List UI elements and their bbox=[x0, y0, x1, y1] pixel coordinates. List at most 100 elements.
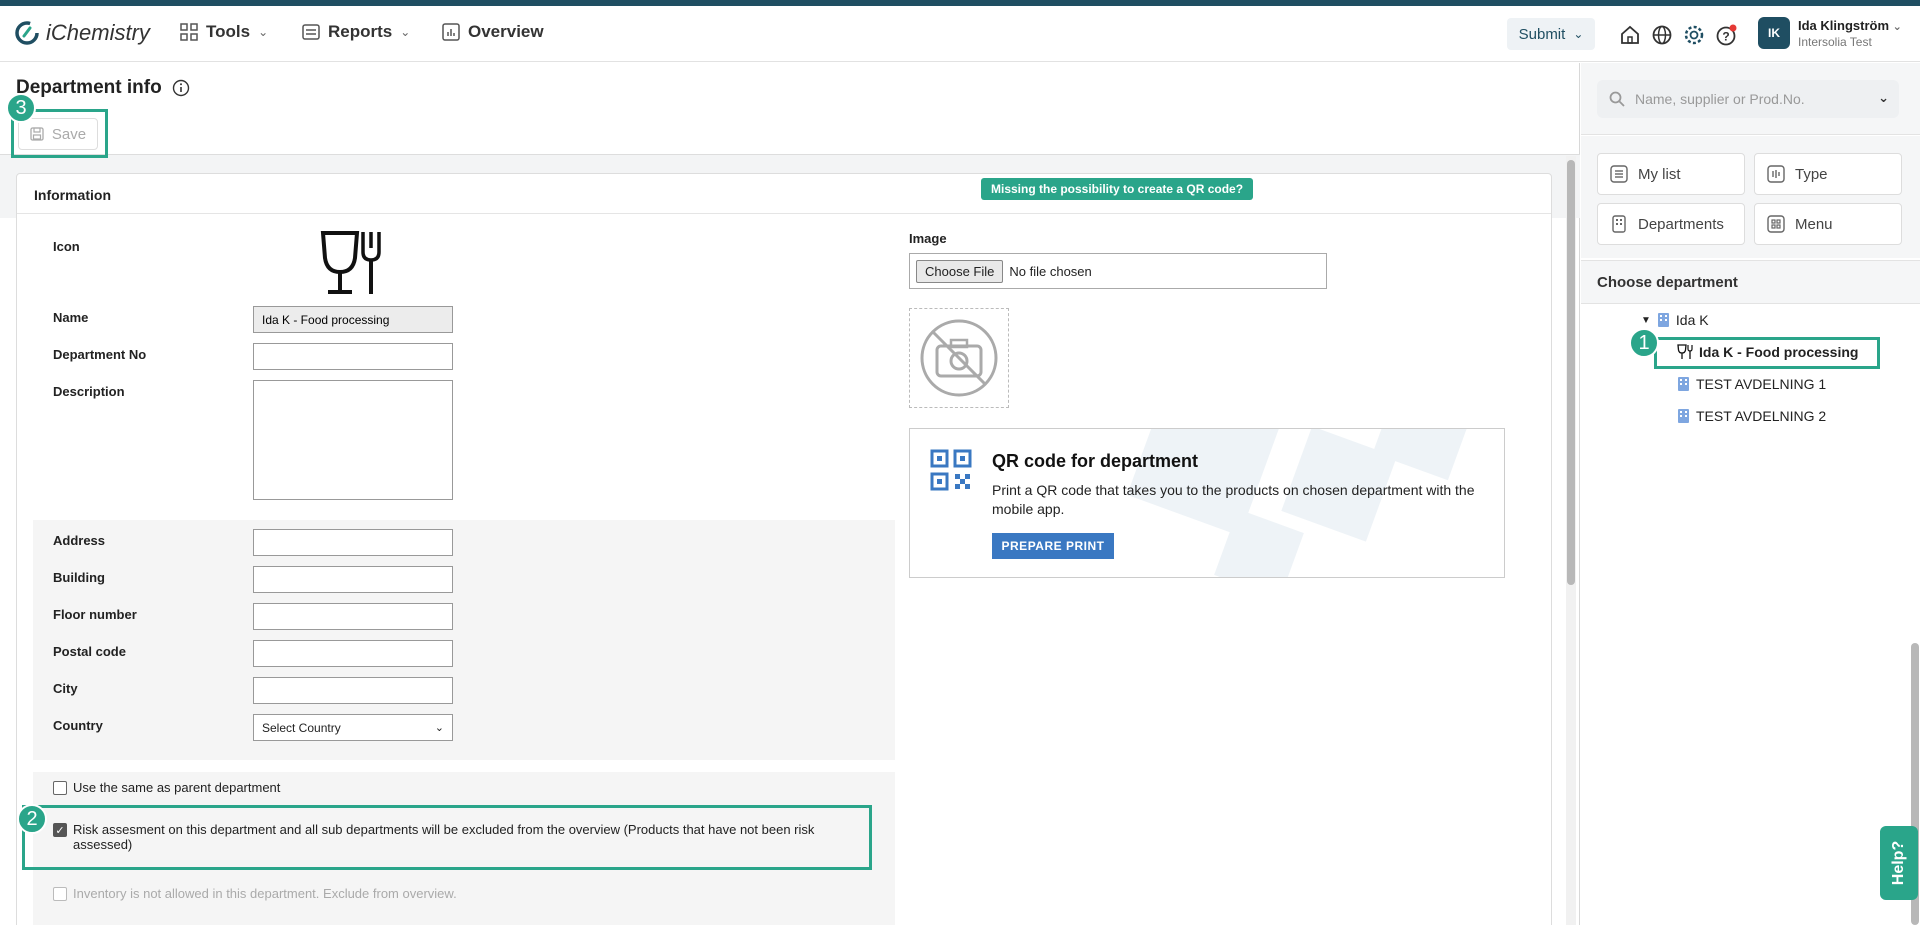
no-file-text: No file chosen bbox=[1009, 263, 1092, 279]
building-icon bbox=[1678, 409, 1689, 423]
globe-icon[interactable] bbox=[1651, 24, 1673, 46]
qr-code-icon bbox=[930, 449, 972, 491]
qr-title: QR code for department bbox=[992, 451, 1199, 471]
app-logo[interactable]: iChemistry bbox=[14, 20, 150, 46]
postal-code-field[interactable] bbox=[253, 640, 453, 667]
tile-my-list[interactable]: My list bbox=[1597, 153, 1745, 195]
help-button[interactable]: Help? bbox=[1880, 826, 1918, 900]
highlight-risk-option bbox=[22, 805, 872, 870]
chevron-down-icon: ⌄ bbox=[434, 722, 444, 734]
step-badge-3: 3 bbox=[6, 93, 36, 123]
floor-number-field[interactable] bbox=[253, 603, 453, 630]
grid-icon bbox=[180, 23, 198, 41]
same-as-parent-checkbox[interactable] bbox=[53, 781, 67, 795]
postal-code-label: Postal code bbox=[53, 644, 126, 659]
type-icon bbox=[1767, 165, 1785, 183]
prepare-print-button[interactable]: PREPARE PRINT bbox=[992, 533, 1114, 559]
city-field[interactable] bbox=[253, 677, 453, 704]
information-header: Information bbox=[17, 174, 1551, 214]
user-name-text: Ida Klingström bbox=[1798, 18, 1890, 33]
bar-chart-icon bbox=[442, 23, 460, 41]
country-select-value: Select Country bbox=[262, 720, 341, 735]
choose-file-button[interactable]: Choose File bbox=[916, 259, 1004, 283]
tile-menu[interactable]: Menu bbox=[1754, 203, 1902, 245]
country-label: Country bbox=[53, 718, 103, 733]
nav-overview[interactable]: Overview bbox=[442, 22, 544, 42]
step-badge-2: 2 bbox=[17, 804, 47, 834]
qr-description: Print a QR code that takes you to the pr… bbox=[992, 482, 1475, 517]
description-label: Description bbox=[53, 384, 125, 399]
address-label: Address bbox=[53, 533, 106, 548]
chevron-down-icon: ⌄ bbox=[1573, 27, 1584, 41]
user-name[interactable]: Ida Klingström ⌄ bbox=[1798, 18, 1902, 33]
main-panel: Department info Save 3 Information Missi… bbox=[0, 63, 1580, 925]
description-field[interactable] bbox=[253, 380, 453, 500]
page-title-text: Department info bbox=[16, 77, 162, 98]
home-icon[interactable] bbox=[1619, 24, 1641, 46]
nav-tools[interactable]: Tools ⌄ bbox=[180, 22, 268, 42]
step-badge-1: 1 bbox=[1629, 328, 1659, 358]
country-select[interactable]: Select Country ⌄ bbox=[253, 714, 453, 741]
caret-down-icon[interactable]: ▼ bbox=[1641, 315, 1651, 326]
info-icon[interactable] bbox=[172, 79, 190, 97]
chevron-down-icon: ⌄ bbox=[1892, 21, 1902, 33]
help-circle-icon[interactable]: ? bbox=[1715, 24, 1737, 46]
app-name: iChemistry bbox=[46, 20, 150, 45]
department-no-field[interactable] bbox=[253, 343, 453, 370]
floor-number-label: Floor number bbox=[53, 607, 137, 622]
submit-button[interactable]: Submit ⌄ bbox=[1507, 18, 1595, 50]
main-scrollbar[interactable] bbox=[1566, 156, 1576, 925]
menu-grid-icon bbox=[1767, 215, 1785, 233]
submit-label: Submit bbox=[1518, 25, 1566, 43]
qr-code-card: QR code for department Print a QR code t… bbox=[909, 428, 1505, 578]
department-no-label: Department No bbox=[53, 347, 147, 362]
tile-type[interactable]: Type bbox=[1754, 153, 1902, 195]
tree-item-test-avdelning-2[interactable]: TEST AVDELNING 2 bbox=[1677, 408, 1826, 424]
building-label: Building bbox=[53, 570, 105, 585]
tree-item-test-avdelning-1[interactable]: TEST AVDELNING 1 bbox=[1677, 376, 1826, 392]
address-field[interactable] bbox=[253, 529, 453, 556]
name-field[interactable] bbox=[253, 306, 453, 333]
nav-overview-label: Overview bbox=[468, 22, 544, 41]
same-as-parent-option[interactable]: Use the same as parent department bbox=[53, 780, 280, 795]
highlight-selected-department bbox=[1654, 337, 1880, 369]
tree-item-test-avdelning-1-label: TEST AVDELNING 1 bbox=[1696, 376, 1827, 392]
help-label: Help? bbox=[1890, 840, 1908, 886]
information-card: Information Missing the possibility to c… bbox=[16, 173, 1552, 925]
image-placeholder bbox=[909, 308, 1009, 408]
inventory-not-allowed-label: Inventory is not allowed in this departm… bbox=[73, 886, 457, 901]
tree-item-ida-k[interactable]: ▼ Ida K bbox=[1641, 312, 1709, 328]
tree-item-test-avdelning-2-label: TEST AVDELNING 2 bbox=[1696, 408, 1827, 424]
search-dropdown-icon[interactable]: ⌄ bbox=[1878, 90, 1889, 106]
ichemistry-logo-icon bbox=[15, 21, 39, 45]
tile-departments[interactable]: Departments bbox=[1597, 203, 1745, 245]
building-field[interactable] bbox=[253, 566, 453, 593]
food-icon[interactable] bbox=[319, 230, 385, 298]
product-search[interactable]: Name, supplier or Prod.No. ⌄ bbox=[1597, 80, 1899, 118]
page-title: Department info bbox=[16, 77, 190, 99]
inventory-not-allowed-checkbox[interactable] bbox=[53, 887, 67, 901]
search-icon bbox=[1609, 91, 1625, 107]
chevron-down-icon: ⌄ bbox=[258, 25, 269, 39]
chevron-down-icon: ⌄ bbox=[400, 25, 411, 39]
name-label: Name bbox=[53, 310, 89, 325]
inventory-not-allowed-option[interactable]: Inventory is not allowed in this departm… bbox=[53, 886, 457, 901]
nav-reports[interactable]: Reports ⌄ bbox=[302, 22, 410, 42]
gear-icon[interactable] bbox=[1683, 24, 1705, 46]
image-label: Image bbox=[909, 231, 947, 246]
tree-item-ida-k-label: Ida K bbox=[1675, 312, 1709, 328]
tile-departments-label: Departments bbox=[1638, 215, 1724, 233]
city-label: City bbox=[53, 681, 78, 696]
qr-missing-badge[interactable]: Missing the possibility to create a QR c… bbox=[981, 178, 1254, 200]
choose-department-header: Choose department bbox=[1581, 260, 1920, 304]
image-file-input[interactable]: Choose File No file chosen bbox=[909, 253, 1327, 289]
address-section bbox=[33, 520, 895, 760]
avatar[interactable]: IK bbox=[1758, 17, 1790, 49]
search-area: Name, supplier or Prod.No. ⌄ bbox=[1581, 63, 1920, 135]
building-icon bbox=[1657, 313, 1669, 327]
main-scrollbar-thumb[interactable] bbox=[1567, 160, 1575, 585]
right-sidebar: Name, supplier or Prod.No. ⌄ My list Typ… bbox=[1581, 63, 1920, 925]
icon-label: Icon bbox=[53, 239, 80, 254]
no-camera-icon bbox=[920, 319, 998, 397]
building-icon bbox=[1678, 377, 1689, 391]
